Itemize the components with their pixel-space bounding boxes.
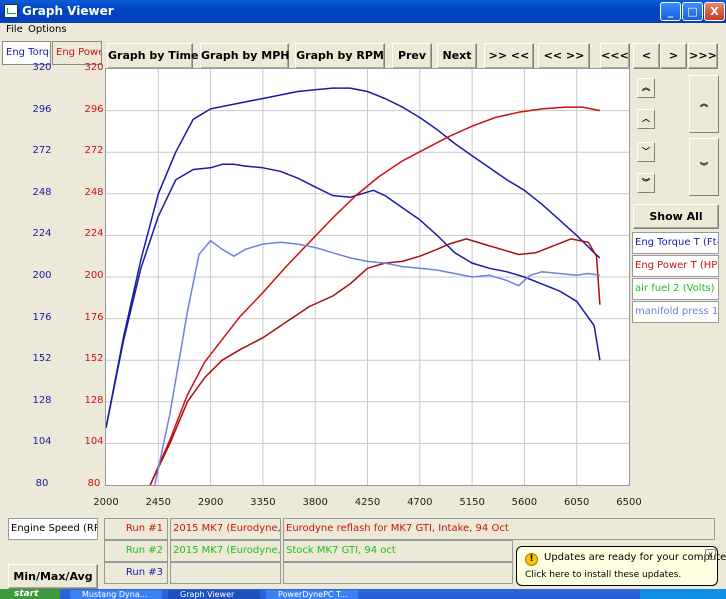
run-2-description[interactable]: Stock MK7 GTI, 94 oct bbox=[283, 540, 513, 562]
graph-by-time-button[interactable]: Graph by Time bbox=[107, 43, 198, 69]
scroll-forward-button[interactable]: > bbox=[660, 43, 687, 69]
y-tick-torque: 296 bbox=[32, 103, 52, 115]
minmax-avg-button[interactable]: Min/Max/Avg bbox=[8, 564, 98, 589]
maximize-button[interactable]: □ bbox=[682, 2, 703, 21]
legend-eng-torque[interactable]: Eng Torque T (Ft-lb bbox=[632, 232, 719, 254]
taskbar-item-graph-viewer[interactable]: Graph Viewer bbox=[168, 590, 260, 599]
scroll-first-button[interactable]: <<< bbox=[600, 43, 630, 69]
legend-eng-power[interactable]: Eng Power T (HP) bbox=[632, 255, 719, 277]
y-tick-torque: 152 bbox=[32, 353, 52, 365]
balloon-title: Updates are ready for your computer bbox=[544, 552, 726, 563]
series-line-eng-power-t-hp--run-1 bbox=[149, 106, 601, 486]
run-3-description[interactable] bbox=[283, 562, 513, 584]
run-3-name[interactable] bbox=[170, 562, 281, 584]
close-button[interactable]: X bbox=[704, 2, 725, 21]
x-tick-label: 5150 bbox=[459, 497, 485, 508]
x-channel-select[interactable]: Engine Speed (RPM) bbox=[8, 518, 98, 540]
x-tick-label: 2000 bbox=[93, 497, 119, 508]
x-tick-label: 3350 bbox=[250, 497, 276, 508]
y-tick-torque: 128 bbox=[32, 394, 52, 406]
run-1-label: Run #1 bbox=[104, 518, 168, 540]
scroll-down-button[interactable]: ﹀ bbox=[637, 142, 655, 162]
x-tick-label: 2450 bbox=[145, 497, 172, 508]
title-bar[interactable]: Graph Viewer _ □ X bbox=[0, 0, 726, 23]
x-tick-label: 5600 bbox=[511, 497, 538, 508]
x-tick-label: 3800 bbox=[302, 497, 328, 508]
system-tray bbox=[640, 589, 726, 599]
start-button[interactable]: start bbox=[0, 589, 60, 599]
show-all-button[interactable]: Show All bbox=[633, 204, 719, 229]
prev-button[interactable]: Prev bbox=[392, 43, 432, 69]
x-tick-label: 4250 bbox=[354, 497, 381, 508]
minimize-button[interactable]: _ bbox=[660, 2, 681, 21]
taskbar-item-mustang[interactable]: Mustang Dyna... bbox=[70, 590, 162, 599]
balloon-close-icon[interactable]: x bbox=[705, 549, 716, 560]
y-tick-torque: 80 bbox=[35, 478, 49, 489]
menu-file[interactable]: File bbox=[6, 24, 23, 35]
legend-manifold-press[interactable]: manifold press 1 ( bbox=[632, 301, 719, 323]
run-1-description[interactable]: Eurodyne reflash for MK7 GTI, Intake, 94… bbox=[283, 518, 715, 540]
zoom-out-button[interactable]: << >> bbox=[538, 43, 590, 69]
y-tick-torque: 200 bbox=[32, 270, 52, 281]
scroll-last-button[interactable]: >>> bbox=[688, 43, 718, 69]
taskbar-item-powerdyne[interactable]: PowerDynePC T... bbox=[266, 590, 358, 599]
run-2-name[interactable]: 2015 MK7 (Eurodyne, E bbox=[170, 540, 281, 562]
scroll-down-fast-button[interactable]: ︾ bbox=[637, 173, 655, 193]
scroll-up-fast-button[interactable]: ︽ bbox=[637, 78, 655, 98]
graph-by-mph-button[interactable]: Graph by MPH bbox=[200, 43, 290, 69]
y-tick-torque: 320 bbox=[32, 62, 52, 73]
run-2-label: Run #2 bbox=[104, 540, 168, 562]
legend-air-fuel[interactable]: air fuel 2 (Volts) bbox=[632, 278, 719, 300]
zoom-in-button[interactable]: >> << bbox=[484, 43, 534, 69]
scroll-up-button[interactable]: ︿ bbox=[637, 109, 655, 129]
window-title: Graph Viewer bbox=[22, 4, 114, 18]
expand-down-button[interactable]: ︾ bbox=[689, 138, 719, 196]
next-button[interactable]: Next bbox=[437, 43, 477, 69]
run-1-name[interactable]: 2015 MK7 (Eurodyne, E bbox=[170, 518, 281, 540]
graph-by-rpm-button[interactable]: Graph by RPM bbox=[295, 43, 385, 69]
x-tick-label: 6050 bbox=[563, 497, 590, 508]
app-icon bbox=[4, 4, 18, 18]
series-line-eng-torque-t-ft-lb--run-2 bbox=[105, 163, 601, 428]
x-tick-label: 4700 bbox=[407, 497, 433, 508]
x-tick-label: 2900 bbox=[197, 497, 224, 508]
scroll-back-button[interactable]: < bbox=[633, 43, 660, 69]
plot-area[interactable] bbox=[105, 68, 630, 486]
run-3-label: Run #3 bbox=[104, 562, 168, 584]
update-notification-balloon[interactable]: ! Updates are ready for your computer Cl… bbox=[516, 546, 726, 586]
balloon-body[interactable]: Click here to install these updates. bbox=[525, 570, 681, 580]
menu-options[interactable]: Options bbox=[28, 24, 67, 35]
series-line-eng-power-t-hp--run-2 bbox=[149, 238, 601, 486]
taskbar: start Mustang Dyna... Graph Viewer Power… bbox=[0, 589, 726, 599]
y-tick-torque: 272 bbox=[32, 145, 52, 157]
expand-up-button[interactable]: ︽ bbox=[689, 75, 719, 133]
warning-shield-icon: ! bbox=[525, 553, 538, 566]
y-tick-torque: 176 bbox=[32, 311, 52, 323]
y-tick-torque: 224 bbox=[32, 228, 52, 240]
y-tick-torque: 104 bbox=[32, 436, 52, 448]
menu-bar: File Options bbox=[0, 23, 726, 38]
x-tick-label: 6500 bbox=[616, 497, 642, 508]
rpm-chart bbox=[105, 69, 629, 486]
y-tick-torque: 248 bbox=[32, 186, 52, 198]
